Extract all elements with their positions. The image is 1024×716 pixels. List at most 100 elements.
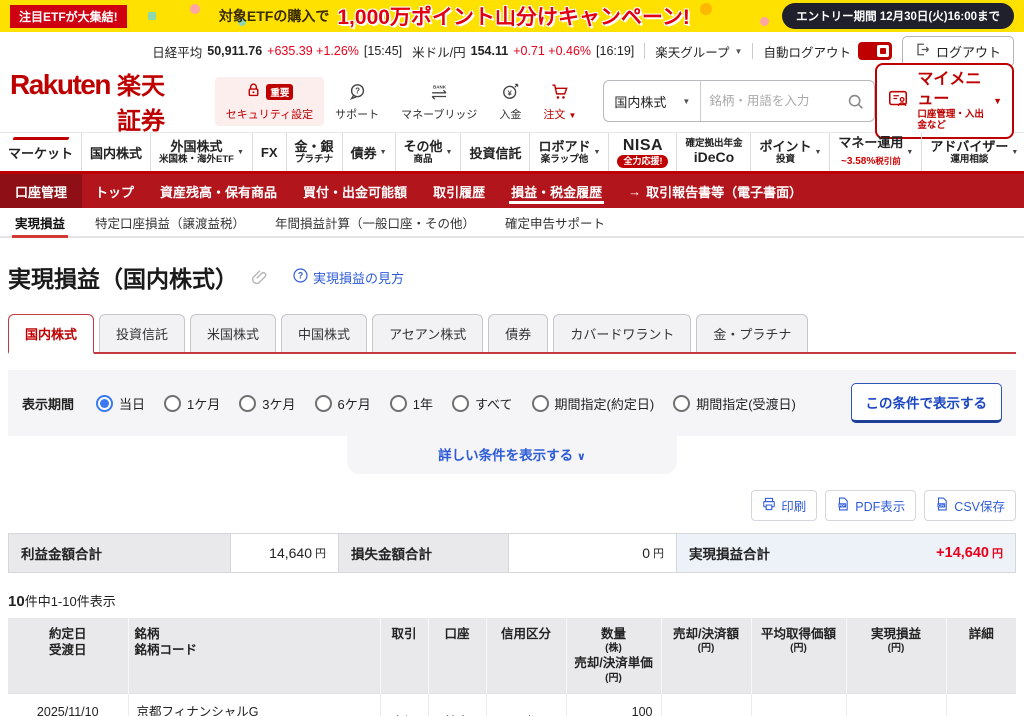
nav-robo-advisor[interactable]: ロボアド楽ラップ他 ▼ [530, 133, 609, 171]
col-header-detail: 詳細 [946, 618, 1016, 693]
radio-1year[interactable]: 1年 [390, 394, 433, 413]
usdjpy-label: 米ドル/円 [412, 42, 465, 61]
chevron-down-icon: ▼ [814, 149, 821, 156]
print-button[interactable]: 印刷 [751, 490, 817, 521]
tab-domestic-stock[interactable]: 国内株式 [8, 314, 94, 354]
nav-advisor[interactable]: アドバイザー運用相談 ▼ [922, 133, 1024, 171]
radio-icon [532, 395, 549, 412]
tab-china-stock[interactable]: 中国株式 [281, 314, 367, 352]
chevron-down-icon: ▼ [568, 111, 576, 120]
nav-fx[interactable]: FX [253, 133, 287, 171]
subnav-specific-account-pl[interactable]: 特定口座損益（譲渡益税） [80, 208, 260, 236]
usdjpy-time: [16:19] [596, 44, 634, 58]
tab-asean-stock[interactable]: アセアン株式 [372, 314, 483, 352]
period-filter-panel: 表示期間 当日 1ケ月 3ケ月 6ケ月 1年 すべて 期間指定(約定日) 期間指… [8, 370, 1016, 436]
my-menu-button[interactable]: マイメニュー 口座管理・入出金など ▼ [875, 63, 1014, 138]
account-nav-balance[interactable]: 資産残高・保有商品 [147, 174, 290, 208]
nav-domestic-stock[interactable]: 国内株式 [82, 133, 151, 171]
security-settings-button[interactable]: 重要 セキュリティ設定 [215, 77, 324, 126]
auto-logout-toggle[interactable] [858, 42, 892, 60]
page-title-row: 実現損益（国内株式） ? 実現損益の見方 [8, 260, 1016, 294]
subnav-tax-filing-support[interactable]: 確定申告サポート [490, 208, 620, 236]
pdf-view-button[interactable]: PDF PDF表示 [825, 490, 916, 521]
profit-total-label: 利益金額合計 [9, 534, 231, 572]
order-button[interactable]: 注文 ▼ [532, 77, 587, 126]
subnav-annual-pl[interactable]: 年間損益計算（一般口座・その他） [260, 208, 490, 236]
order-label: 注文 [543, 109, 565, 121]
usdjpy-quote: 米ドル/円 154.11 +0.71 +0.46% [16:19] [412, 42, 634, 61]
nav-point-investment[interactable]: ポイント投資 ▼ [751, 133, 830, 171]
nikkei-label: 日経平均 [152, 42, 202, 61]
nisa-badge: 全力応援! [617, 155, 668, 168]
nav-ideco[interactable]: 確定拠出年金iDeCo [677, 133, 751, 171]
nav-money-management[interactable]: マネー運用~3.58%税引前 ▼ [830, 133, 922, 171]
realized-pl-total: 実現損益合計 +14,640円 [677, 534, 1015, 572]
radio-period-settle-date[interactable]: 期間指定(受渡日) [673, 394, 796, 413]
tab-gold-platinum[interactable]: 金・プラチナ [696, 314, 808, 352]
radio-1month[interactable]: 1ケ月 [164, 394, 220, 413]
svg-text:CSV: CSV [938, 504, 945, 508]
svg-text:¥: ¥ [508, 88, 513, 97]
nav-other-products[interactable]: その他商品 ▼ [396, 133, 462, 171]
svg-text:BANK: BANK [433, 84, 447, 89]
deposit-button[interactable]: ¥ 入金 [488, 77, 532, 126]
rakuten-securities-logo[interactable]: Rakuten 楽天証券 [10, 66, 173, 136]
money-bridge-button[interactable]: BANK マネーブリッジ [390, 77, 488, 126]
radio-period-trade-date[interactable]: 期間指定(約定日) [532, 394, 655, 413]
period-options: 当日 1ケ月 3ケ月 6ケ月 1年 すべて 期間指定(約定日) 期間指定(受渡日… [96, 394, 796, 413]
account-nav-trade-history[interactable]: 取引履歴 [420, 174, 498, 208]
radio-icon [673, 395, 690, 412]
search-category-select[interactable]: 国内株式 ▼ [604, 81, 701, 121]
nav-mutual-funds[interactable]: 投資信託 [461, 133, 530, 171]
usdjpy-value: 154.11 [471, 44, 509, 58]
tab-covered-warrants[interactable]: カバードワラント [553, 314, 691, 352]
col-header-qty: 数量(株)売却/決済単価(円) [566, 618, 661, 693]
rakuten-securities-page: 注目ETFが大集結! 対象ETFの購入で 1,000万ポイント山分けキャンペーン… [0, 0, 1024, 716]
radio-6months[interactable]: 6ケ月 [315, 394, 371, 413]
subnav-realized-pl[interactable]: 実現損益 [0, 208, 80, 236]
pl-summary-bar: 利益金額合計 14,640円 損失金額合計 0円 実現損益合計 +14,640円 [8, 533, 1016, 573]
account-nav-buying-power[interactable]: 買付・出金可能額 [290, 174, 420, 208]
pl-help-link[interactable]: ? 実現損益の見方 [293, 268, 404, 287]
chevron-down-icon: ▼ [1011, 149, 1018, 156]
chevron-down-icon: ▼ [735, 47, 743, 56]
cell-name: 京都フィナンシャルG5844 [128, 693, 380, 716]
apply-filter-button[interactable]: この条件で表示する [851, 383, 1003, 423]
search-icon[interactable] [847, 93, 874, 110]
support-button[interactable]: ? サポート [324, 77, 390, 126]
account-nav-trade-reports[interactable]: → 取引報告書等（電子書面） [615, 174, 815, 208]
my-menu-title: マイメニュー [917, 70, 985, 108]
chevron-down-icon: ∨ [577, 451, 586, 463]
realized-pl-total-value: +14,640円 [936, 545, 1003, 561]
usdjpy-change: +0.71 +0.46% [513, 44, 591, 58]
csv-file-icon: CSV [935, 497, 949, 514]
col-header-trade: 取引 [380, 618, 428, 693]
symbol-search: 国内株式 ▼ [603, 80, 875, 122]
tab-mutual-funds[interactable]: 投資信託 [99, 314, 185, 352]
paperclip-icon[interactable] [250, 268, 269, 287]
result-count: 10件中1-10件表示 [8, 591, 1016, 610]
account-nav-home[interactable]: 口座管理 [0, 174, 82, 208]
col-header-proceeds: 売却/決済額(円) [661, 618, 751, 693]
account-nav-pl-tax-history[interactable]: 損益・税金履歴 [498, 174, 615, 208]
show-more-conditions-link[interactable]: 詳しい条件を表示する ∨ [347, 436, 677, 474]
csv-save-button[interactable]: CSV CSV保存 [924, 490, 1016, 521]
account-nav-top[interactable]: トップ [82, 174, 147, 208]
tab-bonds[interactable]: 債券 [488, 314, 548, 352]
nav-nisa[interactable]: NISA全力応援! [609, 133, 677, 171]
svg-text:?: ? [298, 271, 303, 281]
banner-entry-period: エントリー期間 12月30日(火)16:00まで [782, 3, 1014, 29]
nav-bonds[interactable]: 債券▼ [343, 133, 396, 171]
nikkei-quote: 日経平均 50,911.76 +635.39 +1.26% [15:45] [152, 42, 402, 61]
radio-today[interactable]: 当日 [96, 394, 145, 413]
rakuten-group-menu[interactable]: 楽天グループ ▼ [655, 42, 742, 61]
nav-gold-platinum[interactable]: 金・銀プラチナ [287, 133, 343, 171]
nav-foreign-stock[interactable]: 外国株式米国株・海外ETF ▼ [151, 133, 253, 171]
tab-us-stock[interactable]: 米国株式 [190, 314, 276, 352]
radio-3months[interactable]: 3ケ月 [239, 394, 295, 413]
radio-all[interactable]: すべて [452, 394, 513, 413]
campaign-banner[interactable]: 注目ETFが大集結! 対象ETFの購入で 1,000万ポイント山分けキャンペーン… [0, 0, 1024, 32]
pdf-file-icon: PDF [836, 497, 850, 514]
search-input[interactable] [701, 94, 847, 108]
logout-button[interactable]: ログアウト [902, 36, 1014, 67]
